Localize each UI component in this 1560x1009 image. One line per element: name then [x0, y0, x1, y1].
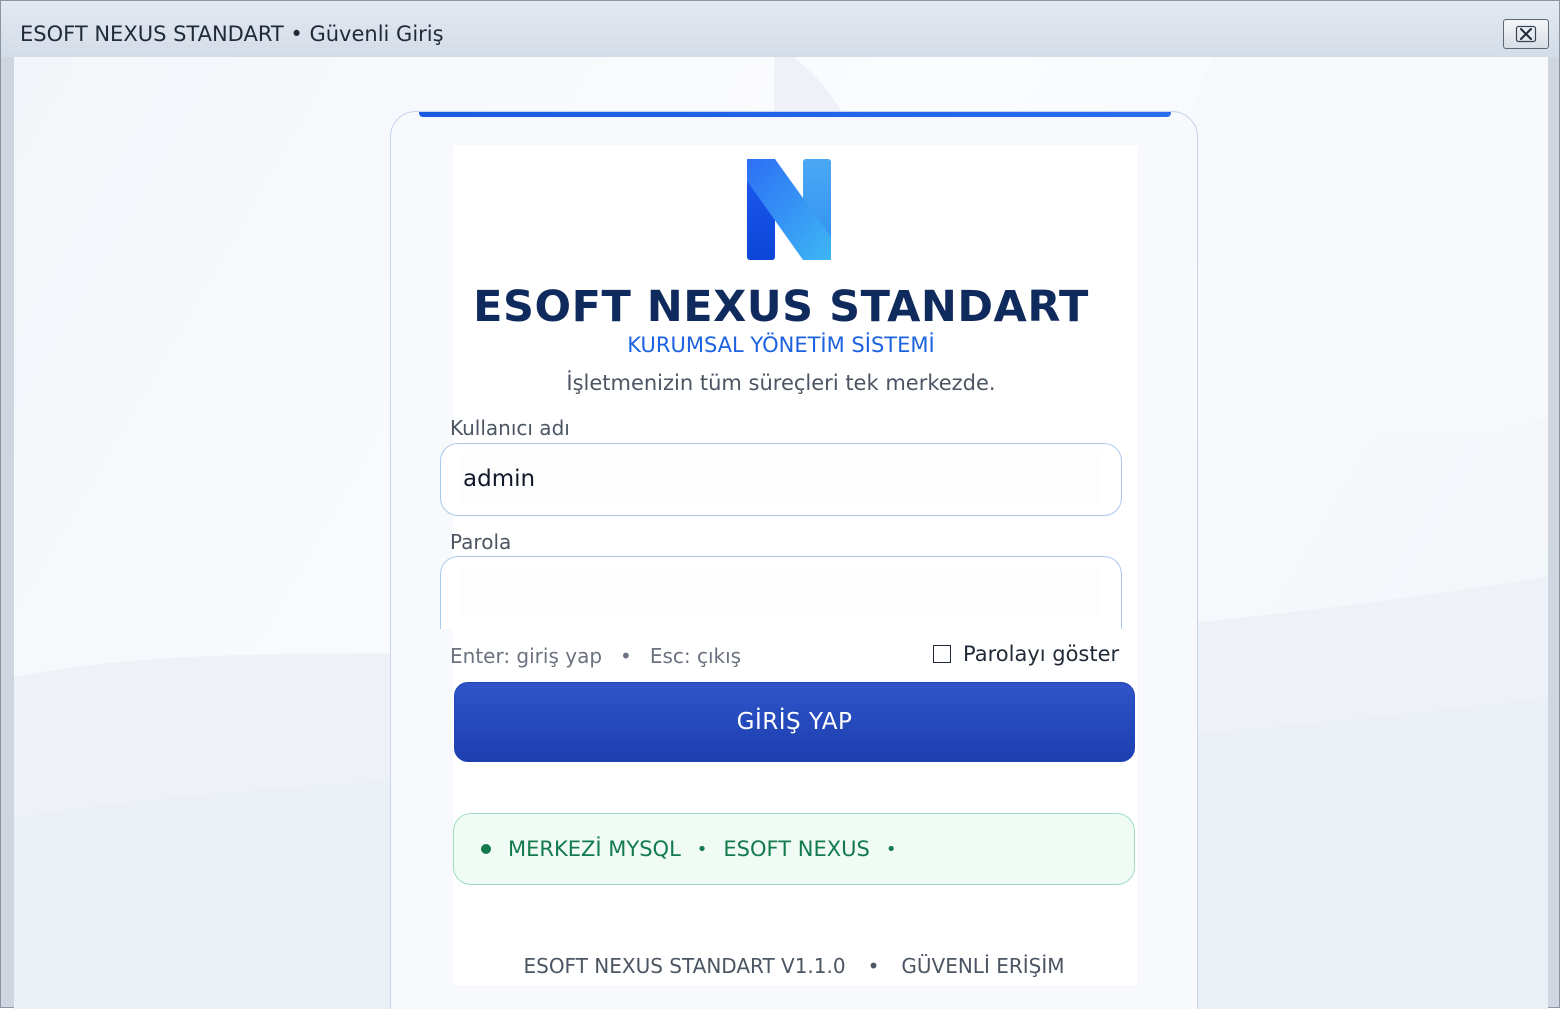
- window-title: ESOFT NEXUS STANDART • Güvenli Giriş: [20, 22, 444, 46]
- card-accent-bar: [419, 112, 1171, 117]
- footer-version: ESOFT NEXUS STANDART V1.1.0: [523, 954, 846, 978]
- hint-enter: Enter: giriş yap: [450, 644, 603, 668]
- hint-separator: •: [620, 644, 632, 668]
- app-subtitle: KURUMSAL YÖNETİM SİSTEMİ: [627, 333, 935, 357]
- app-tagline: İşletmenizin tüm süreçleri tek merkezde.: [566, 371, 996, 395]
- login-window: ESOFT NEXUS STANDART • Güvenli Giriş ESO…: [0, 0, 1560, 1009]
- connection-status: MERKEZİ MYSQL • ESOFT NEXUS •: [453, 813, 1135, 885]
- username-label: Kullanıcı adı: [450, 416, 570, 440]
- title-bar[interactable]: ESOFT NEXUS STANDART • Güvenli Giriş: [1, 1, 1559, 57]
- password-input[interactable]: [461, 567, 1101, 617]
- status-item-database: MERKEZİ MYSQL: [508, 837, 681, 861]
- app-title: ESOFT NEXUS STANDART: [473, 282, 1089, 332]
- status-separator: •: [696, 838, 708, 860]
- show-password-label: Parolayı göster: [963, 642, 1120, 666]
- keyboard-hints: Enter: giriş yap • Esc: çıkış: [450, 644, 741, 668]
- footer: ESOFT NEXUS STANDART V1.1.0 • GÜVENLİ ERİŞ…: [390, 954, 1198, 978]
- close-icon: [1515, 25, 1537, 43]
- username-field-frame: [440, 443, 1122, 516]
- login-button-label: GİRİŞ YAP: [736, 709, 853, 735]
- username-input[interactable]: [461, 454, 1101, 504]
- footer-security: GÜVENLİ ERİŞİM: [901, 954, 1065, 978]
- login-button[interactable]: GİRİŞ YAP: [454, 682, 1135, 762]
- status-dot-icon: [481, 844, 491, 854]
- close-button[interactable]: [1503, 19, 1549, 49]
- footer-separator: •: [867, 954, 880, 978]
- hint-esc: Esc: çıkış: [649, 644, 742, 668]
- password-label: Parola: [450, 530, 512, 554]
- nexus-logo-icon: [747, 159, 831, 260]
- show-password-checkbox[interactable]: [933, 645, 951, 663]
- show-password-toggle[interactable]: Parolayı göster: [933, 642, 1119, 666]
- status-separator: •: [885, 838, 897, 860]
- status-item-app: ESOFT NEXUS: [723, 837, 870, 861]
- password-field-frame: [440, 556, 1122, 629]
